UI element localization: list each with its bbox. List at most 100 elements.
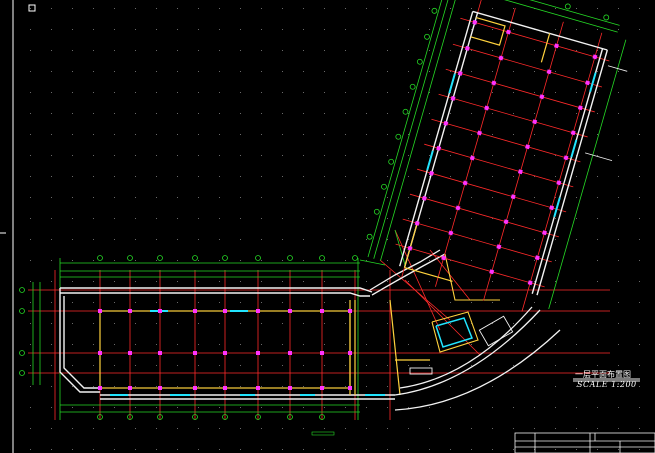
structural-column: [503, 219, 509, 225]
grid-dot: [366, 92, 367, 93]
grid-dot: [93, 197, 94, 198]
grid-dot: [555, 365, 556, 366]
grid-dot: [93, 8, 94, 9]
grid-dot: [177, 155, 178, 156]
grid-dot: [345, 155, 346, 156]
grid-dot: [597, 71, 598, 72]
grid-dot: [177, 407, 178, 408]
grid-dot: [471, 365, 472, 366]
grid-dot: [534, 386, 535, 387]
grid-dot: [51, 386, 52, 387]
grid-dot: [177, 134, 178, 135]
grid-dot: [177, 281, 178, 282]
grid-dot: [240, 407, 241, 408]
grid-dot: [639, 218, 640, 219]
grid-dot: [219, 8, 220, 9]
grid-dot: [198, 407, 199, 408]
grid-dot: [177, 113, 178, 114]
grid-dot: [324, 29, 325, 30]
structural-column: [98, 351, 102, 355]
grid-dot: [219, 323, 220, 324]
grid-dot: [429, 323, 430, 324]
structural-column: [577, 105, 583, 111]
grid-dot: [72, 176, 73, 177]
grid-dot: [198, 239, 199, 240]
grid-dot: [93, 29, 94, 30]
structural-column: [223, 309, 227, 313]
grid-dot: [429, 113, 430, 114]
grid-dot: [555, 323, 556, 324]
structural-column: [128, 386, 132, 390]
grid-dot: [345, 449, 346, 450]
grid-dot: [534, 428, 535, 429]
grid-dot: [261, 50, 262, 51]
grid-dot: [534, 407, 535, 408]
grid-dot: [240, 449, 241, 450]
grid-dot: [366, 155, 367, 156]
grid-dot: [156, 302, 157, 303]
grid-dot: [93, 50, 94, 51]
grid-dot: [261, 71, 262, 72]
grid-dot: [114, 239, 115, 240]
grid-dot: [219, 50, 220, 51]
grid-dot: [72, 365, 73, 366]
grid-dot: [261, 134, 262, 135]
grid-dot: [114, 176, 115, 177]
grid-dot: [366, 29, 367, 30]
structural-column: [585, 80, 590, 86]
grid-dot: [261, 365, 262, 366]
grid-dot: [597, 113, 598, 114]
structural-column: [128, 309, 132, 313]
grid-dot: [555, 344, 556, 345]
grid-dot: [345, 50, 346, 51]
grid-dot: [114, 428, 115, 429]
grid-dot: [177, 218, 178, 219]
structural-column: [320, 309, 324, 313]
grid-dot: [576, 197, 577, 198]
grid-dot: [408, 176, 409, 177]
grid-dot: [240, 428, 241, 429]
grid-dot: [282, 239, 283, 240]
grid-dot: [450, 134, 451, 135]
grid-dot: [366, 386, 367, 387]
grid-dot: [114, 344, 115, 345]
grid-dot: [513, 281, 514, 282]
grid-dot: [30, 134, 31, 135]
grid-dot: [597, 323, 598, 324]
grid-dot: [93, 176, 94, 177]
grid-dot: [261, 218, 262, 219]
grid-dot: [135, 407, 136, 408]
grid-dot: [576, 407, 577, 408]
grid-dot: [534, 50, 535, 51]
grid-dot: [534, 302, 535, 303]
grid-dot: [639, 386, 640, 387]
structural-column: [320, 386, 324, 390]
grid-dot: [618, 92, 619, 93]
grid-dot: [576, 365, 577, 366]
cad-drawing-canvas[interactable]: [0, 0, 655, 453]
grid-dot: [282, 176, 283, 177]
title-block: [514, 432, 655, 453]
grid-dot: [429, 449, 430, 450]
grid-dot: [51, 113, 52, 114]
grid-dot: [450, 155, 451, 156]
grid-dot: [198, 134, 199, 135]
grid-dot: [576, 239, 577, 240]
grid-dot: [219, 365, 220, 366]
structural-column: [158, 386, 162, 390]
structural-column: [128, 351, 132, 355]
grid-dot: [576, 281, 577, 282]
grid-dot: [597, 176, 598, 177]
grid-dot: [114, 50, 115, 51]
grid-dot: [177, 92, 178, 93]
grid-dot: [93, 407, 94, 408]
grid-dot: [597, 260, 598, 261]
grid-dot: [282, 407, 283, 408]
grid-dot: [597, 239, 598, 240]
structural-column: [98, 386, 102, 390]
grid-dot: [639, 134, 640, 135]
grid-dot: [30, 428, 31, 429]
grid-dot: [93, 302, 94, 303]
grid-dot: [492, 449, 493, 450]
structural-column: [549, 205, 555, 211]
